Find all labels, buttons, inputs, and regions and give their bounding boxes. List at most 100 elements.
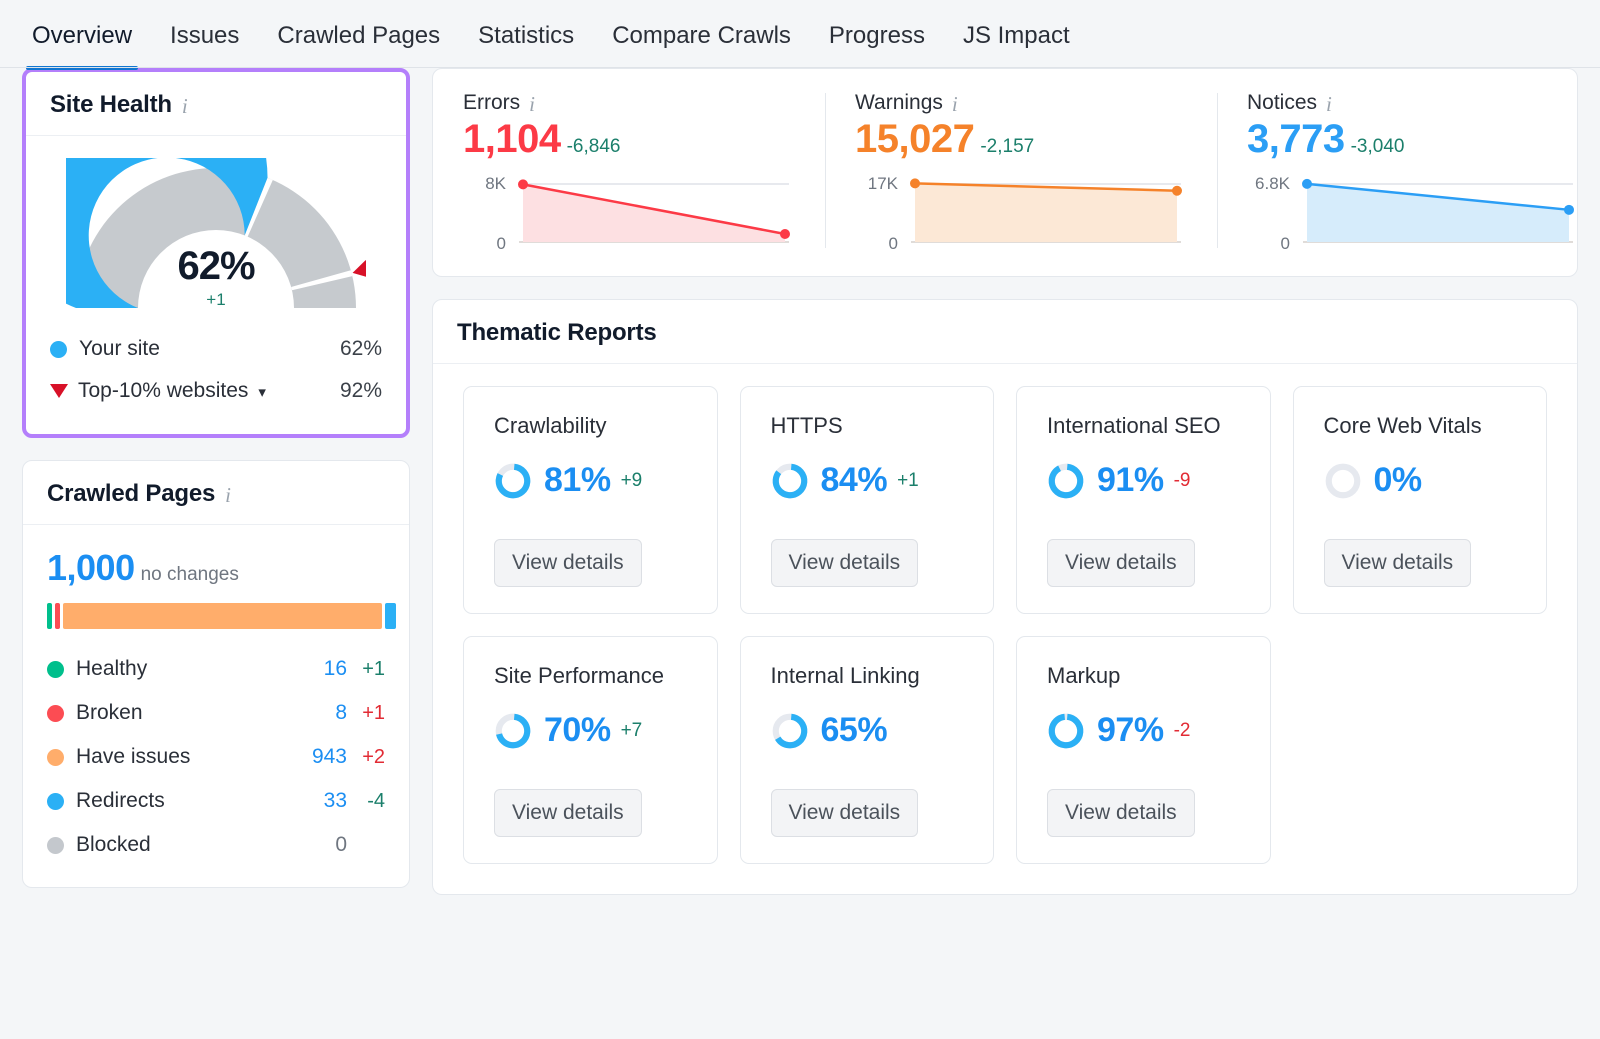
thematic-card-change: -9: [1174, 470, 1191, 492]
tab-progress[interactable]: Progress: [823, 0, 931, 69]
crawled-pages-row[interactable]: Redirects33-4: [47, 779, 385, 823]
thematic-card-title: Crawlability: [494, 413, 687, 439]
view-details-button[interactable]: View details: [1324, 539, 1472, 587]
thematic-card-crawlability[interactable]: Crawlability81%+9View details: [463, 386, 718, 614]
stat-warnings: Warningsi15,027-2,15717K0: [825, 91, 1217, 250]
site-health-legend-value: 92%: [340, 379, 382, 403]
info-icon[interactable]: i: [182, 96, 188, 117]
stacked-bar-segment[interactable]: [55, 603, 60, 629]
stat-sparkline: 8K0: [463, 176, 795, 250]
thematic-card-internal-linking[interactable]: Internal Linking65%View details: [740, 636, 995, 864]
thematic-card-title: Site Performance: [494, 663, 687, 689]
crawled-pages-row-value: 8: [287, 701, 347, 725]
thematic-card-title: International SEO: [1047, 413, 1240, 439]
sparkline-chart: [907, 176, 1187, 250]
site-health-gauge-area: 62% +1: [26, 136, 406, 320]
legend-dot-icon: [47, 705, 64, 722]
thematic-card-percent: 84%: [821, 461, 888, 500]
benchmark-triangle-icon: [50, 384, 68, 398]
crawled-pages-row-value: 16: [287, 657, 347, 681]
legend-dot-icon: [50, 341, 67, 358]
crawled-pages-row[interactable]: Blocked0: [47, 823, 385, 867]
stat-value: 1,104: [463, 117, 561, 161]
page-body: Site Health i 62% +1 Your s: [0, 68, 1600, 1039]
crawled-pages-row-change: -4: [347, 790, 385, 813]
thematic-card-https[interactable]: HTTPS84%+1View details: [740, 386, 995, 614]
thematic-card-title: Internal Linking: [771, 663, 964, 689]
crawled-pages-row[interactable]: Healthy16+1: [47, 647, 385, 691]
stat-delta: -2,157: [980, 136, 1034, 157]
thematic-reports-card: Thematic Reports Crawlability81%+9View d…: [432, 299, 1578, 895]
info-icon[interactable]: i: [225, 485, 231, 506]
crawled-pages-row-change: +2: [347, 746, 385, 769]
stat-value-line: 15,027-2,157: [855, 117, 1187, 162]
crawled-pages-row-label: Have issues: [76, 745, 287, 769]
thematic-card-international-seo[interactable]: International SEO 91% -9 View details: [1016, 386, 1271, 614]
site-health-title: Site Health: [50, 91, 172, 119]
crawled-pages-card: Crawled Pages i 1,000no changes Healthy1…: [22, 460, 410, 888]
stat-label: Notices: [1247, 91, 1317, 115]
view-details-button[interactable]: View details: [1047, 539, 1195, 587]
view-details-button[interactable]: View details: [494, 539, 642, 587]
stat-sparkline: 17K0: [855, 176, 1187, 250]
crawled-pages-total-line: 1,000 no changes: [47, 547, 385, 589]
view-details-button[interactable]: View details: [771, 789, 919, 837]
tab-statistics[interactable]: Statistics: [472, 0, 580, 69]
stacked-bar-segment[interactable]: [47, 603, 52, 629]
site-health-legend-row[interactable]: Top-10% websites▾92%: [50, 370, 382, 412]
sparkline-axis-bottom: 0: [889, 234, 898, 254]
crawled-pages-row-label: Healthy: [76, 657, 287, 681]
stat-notices: Notices i3,773-3,040 6.8K0: [1217, 91, 1600, 250]
info-icon[interactable]: i: [529, 94, 535, 115]
crawled-pages-row[interactable]: Broken8+1: [47, 691, 385, 735]
progress-ring-icon: [771, 712, 809, 750]
crawled-pages-row[interactable]: Have issues943+2: [47, 735, 385, 779]
progress-ring-icon: [1047, 462, 1085, 500]
site-health-legend: Your site62%Top-10% websites▾92%: [26, 320, 406, 434]
crawled-pages-total: 1,000: [47, 547, 135, 588]
legend-dot-icon: [47, 661, 64, 678]
view-details-button[interactable]: View details: [771, 539, 919, 587]
legend-dot-icon: [47, 837, 64, 854]
tab-compare-crawls[interactable]: Compare Crawls: [606, 0, 797, 69]
stacked-bar-segment[interactable]: [63, 603, 382, 629]
crawled-pages-row-label: Blocked: [76, 833, 287, 857]
view-details-button[interactable]: View details: [494, 789, 642, 837]
crawled-pages-row-change: +1: [347, 702, 385, 725]
crawled-pages-total-note: no changes: [141, 564, 239, 585]
thematic-card-change: -2: [1174, 720, 1191, 742]
stat-value-line: 3,773-3,040: [1247, 117, 1579, 162]
tab-js-impact[interactable]: JS Impact: [957, 0, 1076, 69]
thematic-reports-title: Thematic Reports: [457, 319, 657, 347]
crawled-pages-row-value: 33: [287, 789, 347, 813]
thematic-card-core-web-vitals[interactable]: Core Web Vitals0%View details: [1293, 386, 1548, 614]
info-icon[interactable]: i: [1326, 94, 1332, 115]
stat-header: Notices i: [1247, 91, 1579, 115]
sparkline-axis-bottom: 0: [497, 234, 506, 254]
gauge-center-label: 62% +1: [66, 244, 366, 310]
sparkline-axis: 6.8K0: [1247, 176, 1299, 250]
tab-crawled-pages[interactable]: Crawled Pages: [271, 0, 446, 69]
site-health-legend-value: 62%: [340, 337, 382, 361]
thematic-card-metric: 0%: [1324, 461, 1517, 500]
stat-errors: Errorsi1,104-6,8468K0: [433, 91, 825, 250]
thematic-card-percent: 91%: [1097, 461, 1164, 500]
chevron-down-icon[interactable]: ▾: [258, 384, 266, 401]
stacked-bar-segment[interactable]: [385, 603, 396, 629]
stat-delta: -6,846: [567, 136, 621, 157]
crawled-pages-row-change: +1: [347, 658, 385, 681]
site-health-gauge: 62% +1: [66, 158, 366, 314]
right-column: Errorsi1,104-6,8468K0Warningsi15,027-2,1…: [432, 68, 1578, 1039]
tab-overview[interactable]: Overview: [26, 0, 138, 69]
site-health-legend-row: Your site62%: [50, 328, 382, 370]
thematic-card-metric: 91% -9: [1047, 461, 1240, 500]
thematic-card-percent: 97%: [1097, 711, 1164, 750]
thematic-card-markup[interactable]: Markup 97% -2 View details: [1016, 636, 1271, 864]
info-icon[interactable]: i: [952, 94, 958, 115]
view-details-button[interactable]: View details: [1047, 789, 1195, 837]
thematic-card-site-performance[interactable]: Site Performance70%+7View details: [463, 636, 718, 864]
stat-value-line: 1,104 -6,846: [463, 117, 795, 162]
legend-dot-icon: [47, 793, 64, 810]
thematic-card-title: Markup: [1047, 663, 1240, 689]
tab-issues[interactable]: Issues: [164, 0, 245, 69]
